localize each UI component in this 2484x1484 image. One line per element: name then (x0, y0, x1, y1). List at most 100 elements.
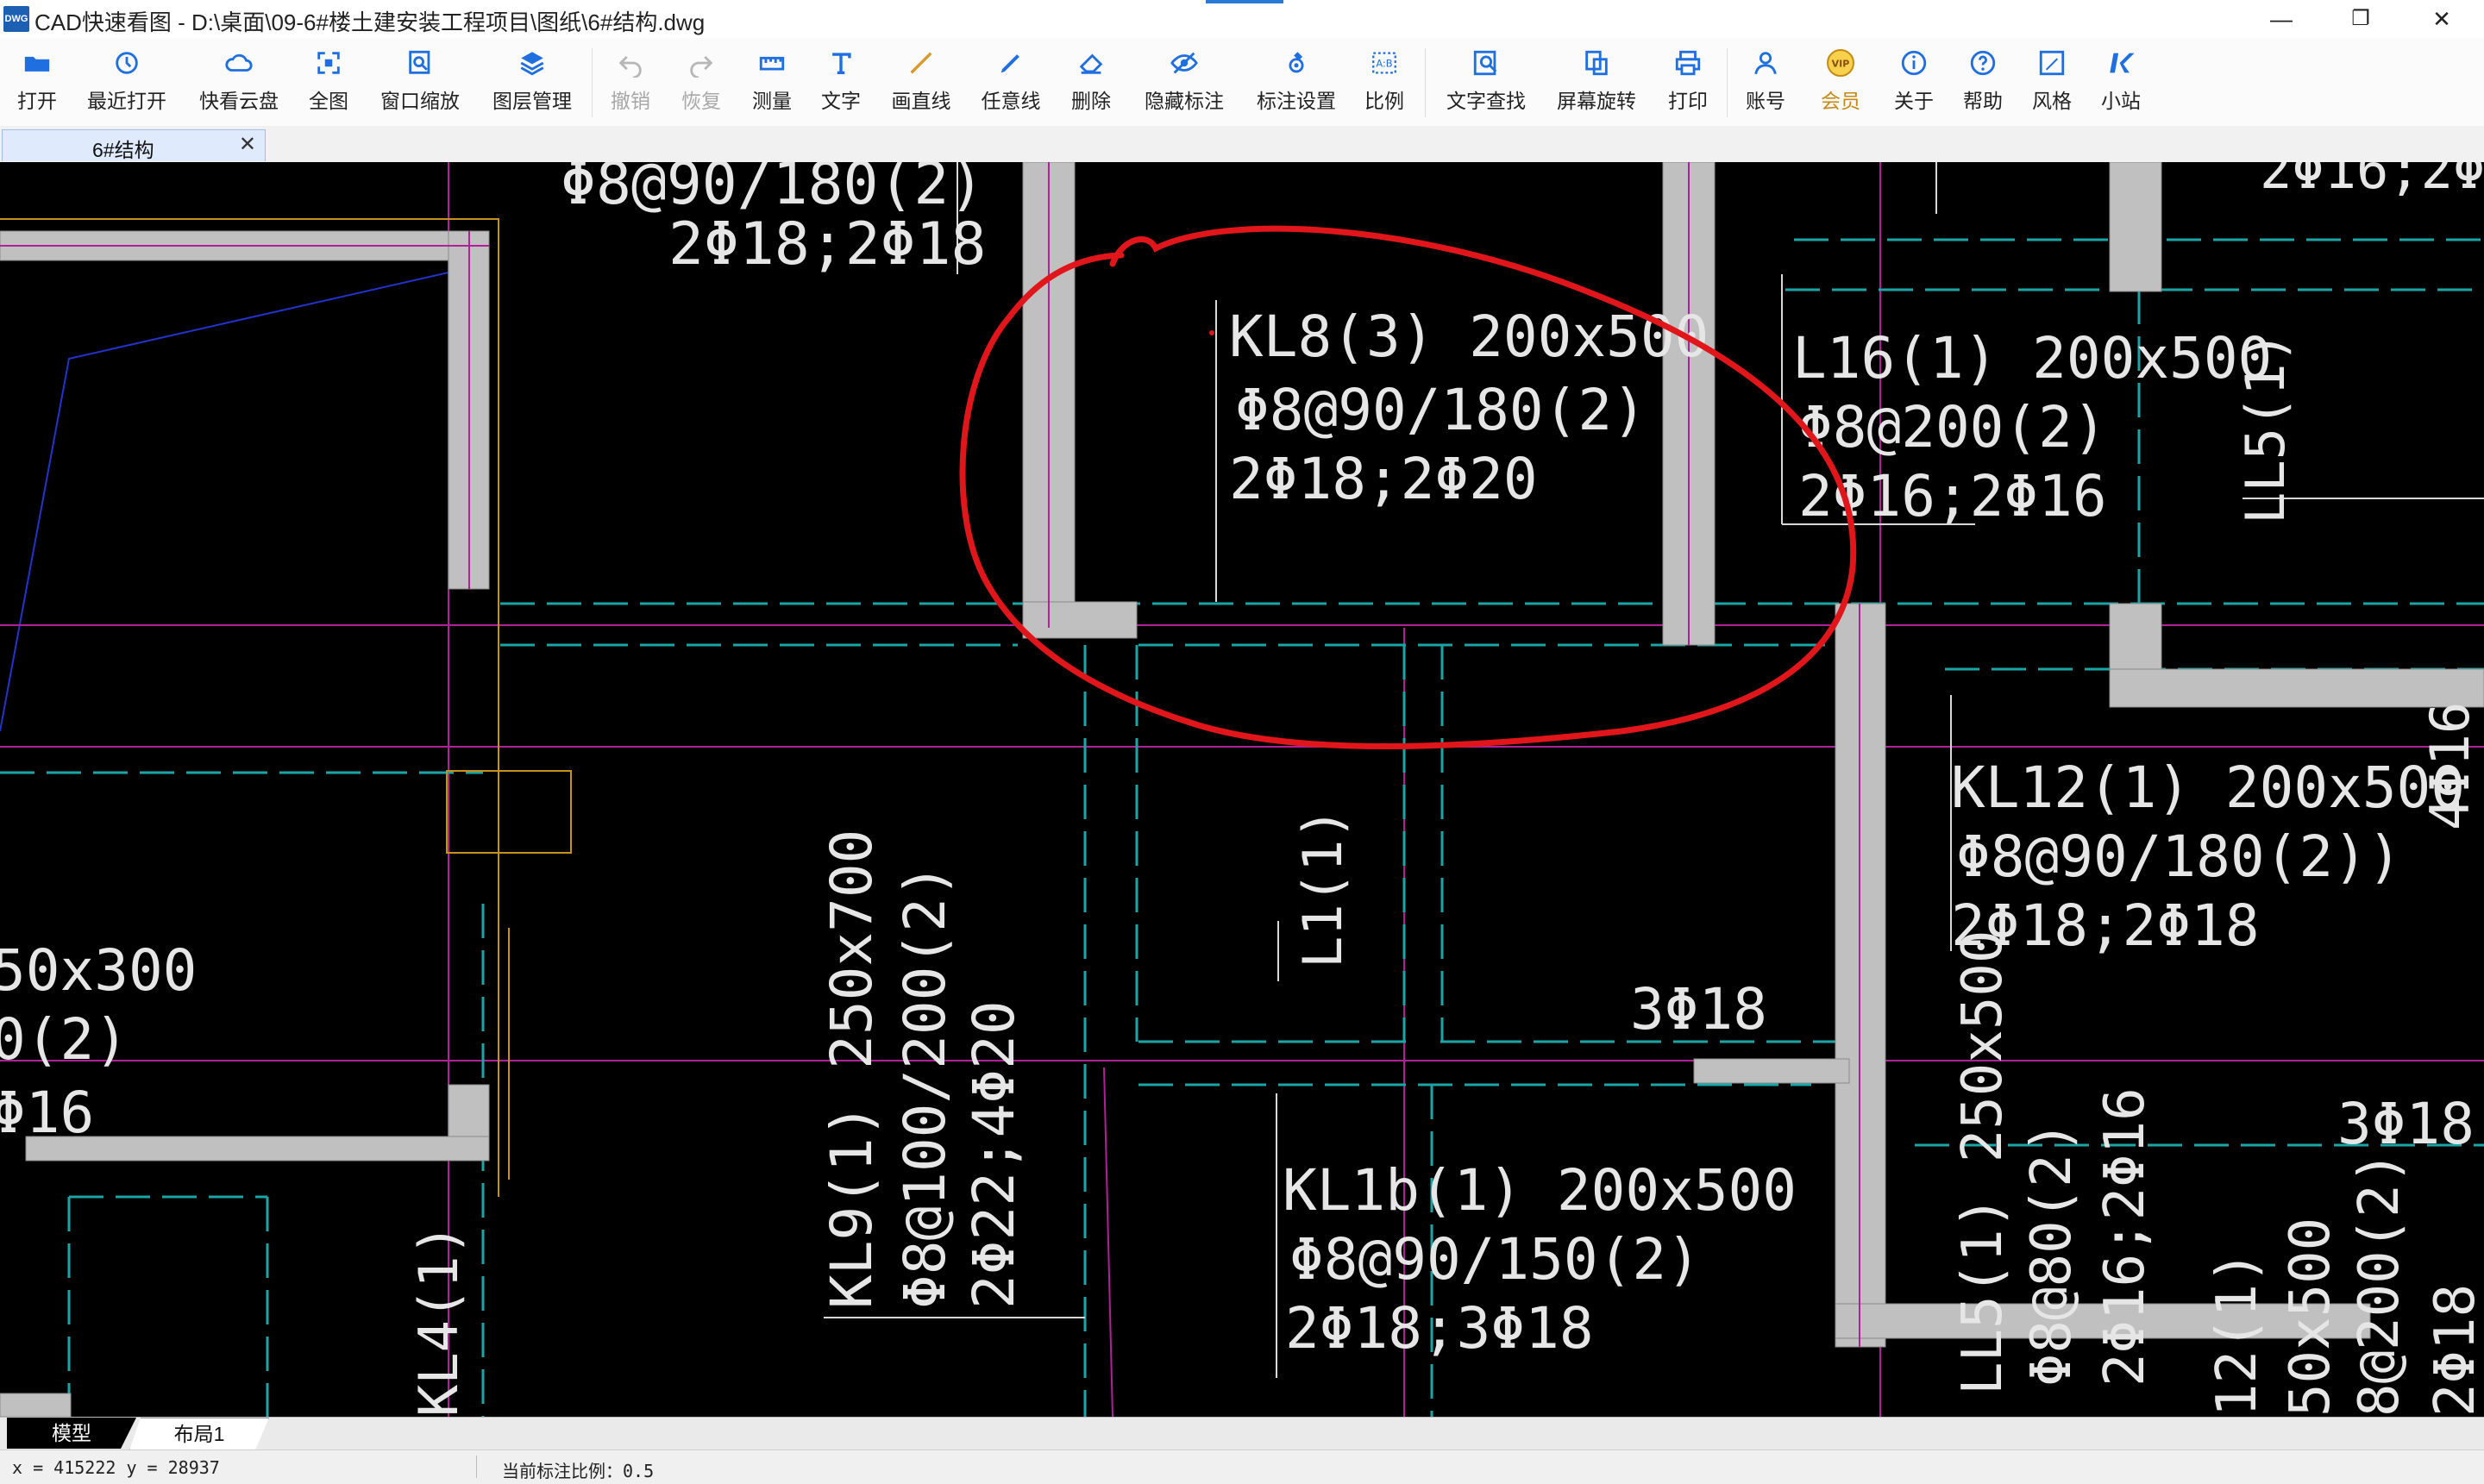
cad-text: 50x300 (0, 937, 197, 1004)
cad-text: LL5(1) 250x500 (1951, 930, 2015, 1395)
help-button[interactable]: 帮助 (1953, 43, 2013, 121)
cad-text: 8@200(2) (2348, 1151, 2412, 1417)
text-button[interactable]: 文字 (811, 43, 871, 121)
print-button[interactable]: 打印 (1658, 43, 1718, 121)
cad-text: 2Φ18;2Φ18 (668, 210, 986, 279)
cad-text: Φ8@90/180(2)) (1956, 823, 2402, 890)
layers-button[interactable]: 图层管理 (485, 43, 580, 121)
tab-model[interactable]: 模型 (7, 1418, 136, 1449)
full-view-button[interactable]: 全图 (302, 43, 355, 121)
eye-slash-icon (1170, 52, 1198, 74)
rotate-screen-button[interactable]: 屏幕旋转 (1549, 43, 1644, 121)
cad-text: Φ8@200(2) (1798, 394, 2107, 460)
cad-text: 2Φ22;4Φ20 (961, 1000, 1027, 1309)
annotation-scale: 当前标注比例：0.5 (502, 1461, 655, 1481)
scale-button[interactable]: A:B 比例 (1356, 43, 1413, 121)
blue-polyline (0, 272, 449, 732)
undo-button[interactable]: 撤销 (600, 43, 661, 121)
find-text-icon (1473, 50, 1497, 76)
cad-text: Φ16 (0, 1080, 94, 1146)
user-icon (1754, 52, 1777, 75)
cad-text: KL4(1) (407, 1224, 470, 1417)
cad-text: 3Φ18 (2337, 1091, 2475, 1157)
window-title: CAD快速看图 - D:\桌面\09-6#楼土建安装工程项目\图纸\6#结构.d… (34, 9, 706, 35)
cad-text: 50x500 (2279, 1218, 2343, 1417)
status-divider (476, 1456, 477, 1478)
delete-button[interactable]: 删除 (1061, 43, 1121, 121)
text-icon (832, 53, 851, 75)
app-icon: DWG (3, 6, 29, 32)
cad-text: 0(2) (0, 1006, 129, 1073)
minimize-button[interactable]: — (2242, 0, 2320, 38)
history-icon (116, 52, 138, 74)
pencil-icon (1000, 54, 1019, 73)
line-icon (910, 52, 932, 74)
undo-icon (618, 55, 642, 78)
cursor-coordinates: x = 415222 y = 28937 (12, 1457, 220, 1478)
cad-drawing: Φ8@90/180(2) 2Φ18;2Φ18 2Φ16;2Φ20 KL8(3) … (0, 162, 2484, 1417)
tab-document[interactable]: 6#结构 ✕ (2, 129, 266, 161)
restore-button[interactable]: ❐ (2322, 0, 2399, 38)
cad-text: 4Φ16 (2418, 702, 2481, 830)
window-zoom-button[interactable]: 窗口缩放 (373, 43, 467, 121)
printer-icon (1675, 50, 1701, 76)
cad-text: L1(1) (1291, 807, 1354, 968)
cad-text: LL5(1) (2234, 331, 2297, 524)
cad-text: L16(1) 200x500 (1792, 325, 2272, 391)
cad-text: 2Φ16;2Φ20 (2260, 162, 2484, 201)
cad-text: 2Φ18;2Φ20 (1229, 446, 1538, 512)
cad-text: Φ8@100/200(2) (892, 863, 958, 1309)
cad-text: Φ8@90/180(2) (1235, 377, 1647, 443)
cad-text: 2Φ18 (2424, 1284, 2484, 1417)
close-button[interactable]: ✕ (2403, 0, 2481, 38)
cloud-icon (225, 53, 253, 72)
station-k-icon (2110, 53, 2135, 73)
cad-text: 3Φ18 (1630, 976, 1767, 1043)
document-tab-bar: 6#结构 ✕ (0, 126, 2484, 164)
layout-tab-bar: 布局1 模型 (0, 1417, 2484, 1450)
title-bar: DWG CAD快速看图 - D:\桌面\09-6#楼土建安装工程项目\图纸\6#… (0, 0, 2484, 38)
tab-title: 6#结构 (92, 139, 154, 161)
scale-ratio-icon: A:B (1372, 52, 1396, 74)
close-icon[interactable]: ✕ (239, 132, 256, 157)
status-bar: x = 415222 y = 28937 当前标注比例：0.5 (0, 1450, 2484, 1484)
tab-layout1[interactable]: 布局1 (129, 1418, 269, 1450)
ruler-icon (759, 56, 785, 71)
cad-annotations: Φ8@90/180(2) 2Φ18;2Φ18 2Φ16;2Φ20 KL8(3) … (0, 162, 2484, 1417)
account-button[interactable]: 账号 (1735, 43, 1796, 121)
vip-badge-icon: VIP (1827, 49, 1854, 77)
folder-open-icon (24, 56, 50, 72)
find-text-button[interactable]: 文字查找 (1439, 43, 1534, 121)
draw-line-button[interactable]: 画直线 (883, 43, 959, 121)
cad-text: 12(1) (2205, 1250, 2269, 1417)
toolbar-separator (1425, 48, 1426, 117)
main-toolbar: 打开 最近打开 快看云盘 全图 窗口缩放 图层管理 撤销 恢复 测量 文字 画直… (0, 38, 2484, 127)
recent-button[interactable]: 最近打开 (79, 43, 174, 121)
zoom-window-icon (409, 50, 430, 74)
red-markup-dot (1209, 330, 1214, 335)
layers-icon (520, 52, 544, 76)
hide-annotations-button[interactable]: 隐藏标注 (1137, 43, 1232, 121)
open-button[interactable]: 打开 (7, 43, 67, 121)
about-button[interactable]: 关于 (1884, 43, 1944, 121)
fit-view-icon (317, 52, 340, 74)
cloud-button[interactable]: 快看云盘 (191, 43, 286, 121)
drawing-canvas[interactable]: Φ8@90/180(2) 2Φ18;2Φ18 2Φ16;2Φ20 KL8(3) … (0, 162, 2484, 1417)
info-icon (1901, 50, 1927, 76)
help-icon (1970, 50, 1996, 76)
cad-text: KL9(1) 250x700 (819, 830, 885, 1309)
cad-text: KL12(1) 200x500 (1951, 755, 2465, 821)
freehand-button[interactable]: 任意线 (973, 43, 1049, 121)
cad-text: Φ8@80(2) (2020, 1121, 2084, 1387)
style-button[interactable]: 风格 (2022, 43, 2082, 121)
redo-button[interactable]: 恢复 (671, 43, 731, 121)
vip-button[interactable]: VIP 会员 (1806, 43, 1875, 121)
style-brush-icon (2039, 50, 2065, 76)
svg-text:VIP: VIP (1832, 59, 1850, 70)
annotation-settings-button[interactable]: 标注设置 (1249, 43, 1344, 121)
cad-text: 2Φ18;3Φ18 (1285, 1295, 1594, 1362)
station-button[interactable]: 小站 (2091, 43, 2151, 121)
eraser-icon (1079, 53, 1103, 74)
measure-button[interactable]: 测量 (742, 43, 802, 121)
title-progress-indicator (1206, 0, 1283, 3)
